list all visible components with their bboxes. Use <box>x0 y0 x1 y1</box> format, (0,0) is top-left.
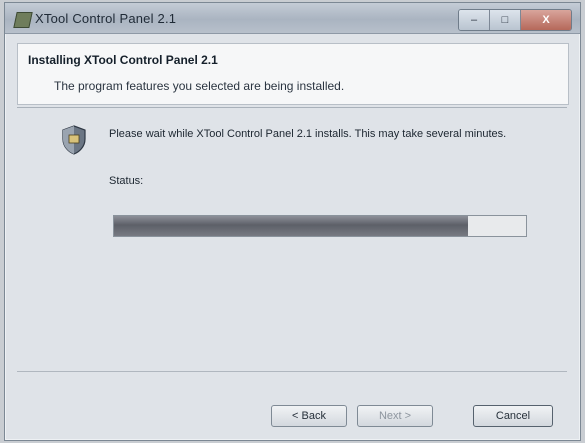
installer-window: XTool Control Panel 2.1 – □ X Installing… <box>4 2 581 441</box>
cancel-button[interactable]: Cancel <box>473 405 553 427</box>
status-label: Status: <box>109 175 144 187</box>
back-button[interactable]: < Back <box>271 405 347 427</box>
caption-buttons: – □ X <box>458 9 572 31</box>
header-divider <box>17 107 567 108</box>
maximize-button[interactable]: □ <box>490 10 521 30</box>
install-message: Please wait while XTool Control Panel 2.… <box>109 128 507 140</box>
next-button[interactable]: Next > <box>357 405 433 427</box>
progress-fill <box>114 216 468 236</box>
minimize-button[interactable]: – <box>459 10 490 30</box>
window-title: XTool Control Panel 2.1 <box>35 11 177 26</box>
page-title: Installing XTool Control Panel 2.1 <box>28 53 218 67</box>
progress-bar <box>113 215 527 237</box>
close-button[interactable]: X <box>521 10 571 30</box>
page-subtitle: The program features you selected are be… <box>54 79 345 93</box>
shield-icon <box>62 125 86 155</box>
title-bar[interactable]: XTool Control Panel 2.1 – □ X <box>5 3 580 34</box>
footer-divider <box>17 371 567 372</box>
installer-icon <box>13 12 33 28</box>
header-panel: Installing XTool Control Panel 2.1 The p… <box>17 43 569 105</box>
